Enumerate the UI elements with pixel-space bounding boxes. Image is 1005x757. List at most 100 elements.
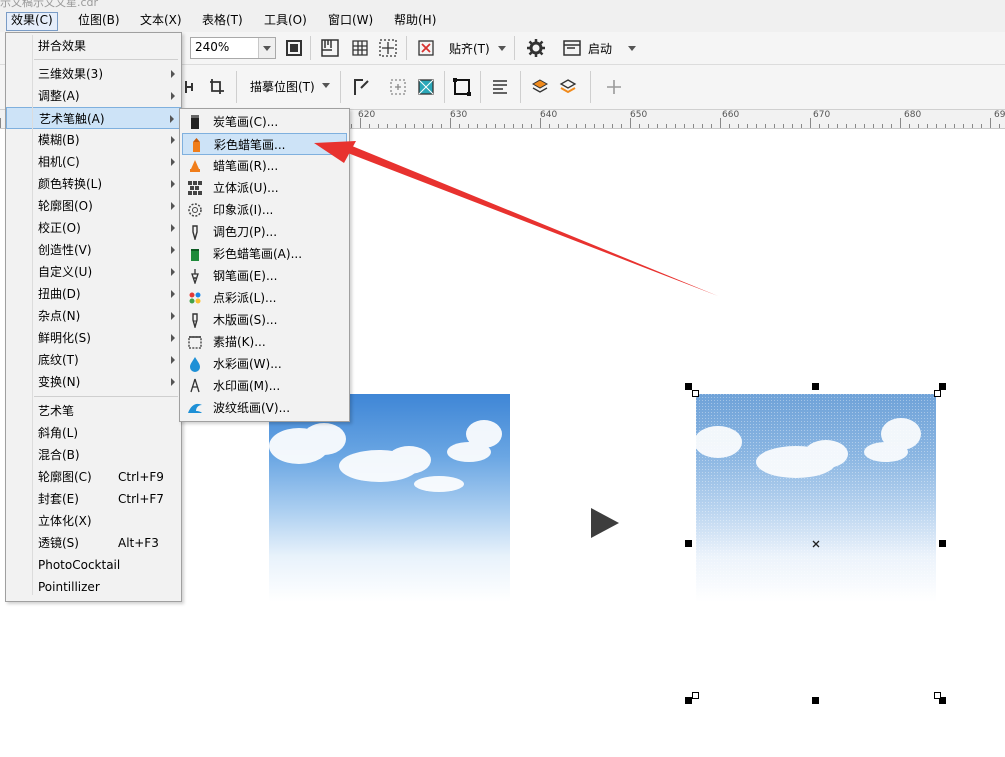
art-strokes-menu-item[interactable]: 木版画(S)... xyxy=(182,309,347,331)
toolbar-separator xyxy=(236,71,237,103)
menu-item-label: 校正(O) xyxy=(38,221,81,235)
crop-bitmap-icon[interactable] xyxy=(208,77,228,97)
art-strokes-menu-item[interactable]: 水印画(M)... xyxy=(182,375,347,397)
trace-bitmap-label[interactable]: 描摹位图(T) xyxy=(250,78,315,95)
ruler-tick xyxy=(765,124,766,128)
chevron-down-icon[interactable] xyxy=(322,83,330,88)
launch-label[interactable]: 启动 xyxy=(588,40,612,57)
menu-item-label: 蜡笔画(R)... xyxy=(213,159,279,173)
toolbar-separator xyxy=(340,71,341,103)
menu-item-label: 轮廓图(O) xyxy=(38,199,93,213)
ruler-tick xyxy=(612,124,613,128)
zoom-to-page-icon[interactable] xyxy=(284,38,304,58)
menu-item-label: 拼合效果 xyxy=(38,39,87,53)
snap-to-label[interactable]: 贴齐(T) xyxy=(449,40,490,57)
ruler-tick xyxy=(648,124,649,128)
menu-item-label: 钢笔画(E)... xyxy=(213,269,278,283)
selection-handle[interactable] xyxy=(685,383,692,390)
art-strokes-menu-item[interactable]: 蜡笔画(R)... xyxy=(182,155,347,177)
ruler-label: 680 xyxy=(904,110,922,120)
ruler-tick xyxy=(396,124,397,128)
zoom-level-combo[interactable]: 240% xyxy=(190,37,276,59)
menu-tools[interactable]: 工具(O) xyxy=(260,12,311,29)
resample-icon[interactable] xyxy=(183,77,203,97)
watercolor-icon xyxy=(190,357,200,372)
selection-handle[interactable] xyxy=(939,383,946,390)
ruler-tick xyxy=(963,124,964,128)
text-wrap-icon[interactable] xyxy=(490,77,510,97)
ruler-tick xyxy=(783,124,784,128)
snap-off-icon[interactable] xyxy=(416,38,436,58)
menu-item-label: 透镜(S) xyxy=(38,536,79,550)
chevron-right-icon xyxy=(170,115,174,123)
rulers-icon[interactable] xyxy=(320,38,340,58)
art-strokes-menu-item[interactable]: 彩色蜡笔画... xyxy=(182,133,347,155)
effect-result-image[interactable] xyxy=(696,394,936,602)
art-strokes-menu-item[interactable]: 素描(K)... xyxy=(182,331,347,353)
art-strokes-menu-item[interactable]: 立体派(U)... xyxy=(182,177,347,199)
menu-text[interactable]: 文本(X) xyxy=(136,12,186,29)
menu-window[interactable]: 窗口(W) xyxy=(324,12,377,29)
add-icon[interactable] xyxy=(604,77,624,97)
art-strokes-menu-item[interactable]: 波纹纸画(V)... xyxy=(182,397,347,419)
center-x-icon[interactable] xyxy=(812,540,820,548)
chevron-right-icon xyxy=(171,136,175,144)
selection-node[interactable] xyxy=(934,692,941,699)
art-strokes-menu-item[interactable]: 彩色蜡笔画(A)... xyxy=(182,243,347,265)
menu-help[interactable]: 帮助(H) xyxy=(390,12,440,29)
zoom-dropdown-button[interactable] xyxy=(258,38,275,58)
menu-table[interactable]: 表格(T) xyxy=(198,12,247,29)
toolbar-separator xyxy=(310,36,311,60)
art-strokes-menu-item[interactable]: 钢笔画(E)... xyxy=(182,265,347,287)
original-sky-image[interactable] xyxy=(269,394,510,602)
menu-item-label: 扭曲(D) xyxy=(38,287,81,301)
art-strokes-menu-item[interactable]: 点彩派(L)... xyxy=(182,287,347,309)
bring-to-front-icon[interactable] xyxy=(530,77,550,97)
ruler-tick xyxy=(603,124,604,128)
art-strokes-menu-item[interactable]: 印象派(I)... xyxy=(182,199,347,221)
menu-item-label: 调整(A) xyxy=(38,89,80,103)
chevron-down-icon[interactable] xyxy=(628,46,636,51)
selection-node[interactable] xyxy=(692,390,699,397)
ruler-tick xyxy=(837,124,838,128)
selection-handle[interactable] xyxy=(685,697,692,704)
selection-handle[interactable] xyxy=(812,697,819,704)
edit-bitmap-icon[interactable] xyxy=(352,77,372,97)
selection-handle[interactable] xyxy=(812,383,819,390)
art-strokes-menu-item[interactable]: 炭笔画(C)... xyxy=(182,111,347,133)
selection-node[interactable] xyxy=(692,692,699,699)
menu-item-label: 水彩画(W)... xyxy=(213,357,282,371)
selection-node[interactable] xyxy=(934,390,941,397)
art-strokes-menu-item[interactable]: 调色刀(P)... xyxy=(182,221,347,243)
gear-icon[interactable] xyxy=(526,38,546,58)
menu-effects[interactable]: 效果(C) xyxy=(6,12,58,31)
menu-item-label: 三维效果(3) xyxy=(38,67,103,81)
toolbar-separator xyxy=(480,71,481,103)
color-mask-icon[interactable] xyxy=(416,77,436,97)
ruler-tick xyxy=(882,124,883,128)
selection-handle[interactable] xyxy=(685,540,692,547)
ruler-tick xyxy=(864,124,865,128)
menu-item-label: 创造性(V) xyxy=(38,243,92,257)
crayon-icon xyxy=(193,138,200,152)
launch-app-icon[interactable] xyxy=(562,38,582,58)
ruler-tick xyxy=(900,118,901,128)
ruler-tick xyxy=(828,124,829,128)
menu-bitmaps[interactable]: 位图(B) xyxy=(74,12,124,29)
art-strokes-menu-item[interactable]: 水彩画(W)... xyxy=(182,353,347,375)
selection-handle[interactable] xyxy=(939,540,946,547)
ruler-tick xyxy=(513,124,514,128)
effects-dropdown-menu: 拼合效果 三维效果(3) 调整(A) 艺术笔触(A) 模糊(B) 相机(C) 颜色转换(L)… xyxy=(5,32,182,602)
chevron-down-icon[interactable] xyxy=(498,46,506,51)
ruler-tick xyxy=(585,124,586,128)
guidelines-icon[interactable] xyxy=(378,38,398,58)
clouds-graphic xyxy=(269,420,502,492)
grid-icon[interactable] xyxy=(350,38,370,58)
bounding-box-icon[interactable] xyxy=(452,77,472,97)
ruler-tick xyxy=(855,124,856,128)
ruler-tick xyxy=(423,124,424,128)
send-to-back-icon[interactable] xyxy=(558,77,578,97)
ruler-tick xyxy=(990,118,991,128)
play-arrow-icon xyxy=(591,508,619,538)
bitmap-mask-icon[interactable] xyxy=(388,77,408,97)
